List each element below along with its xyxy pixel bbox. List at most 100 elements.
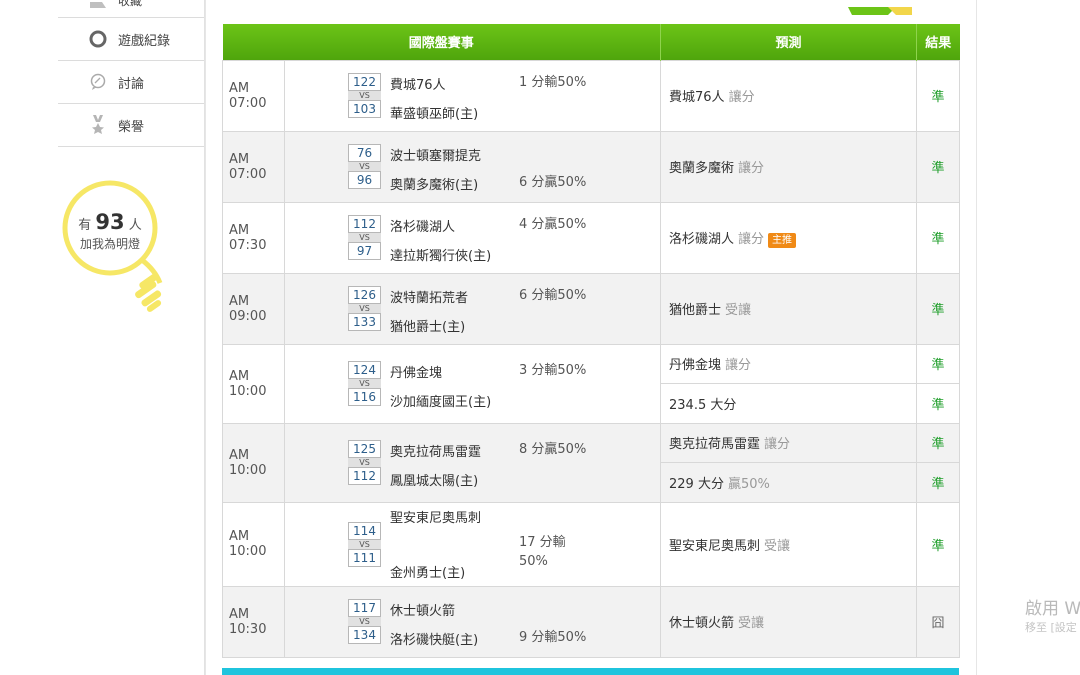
- spread-result: 17 分輸 50%: [519, 534, 566, 569]
- prediction-pick[interactable]: 229 大分: [669, 477, 724, 492]
- table-header-row: 國際盤賽事 預測 結果: [222, 24, 960, 60]
- away-team[interactable]: 奧克拉荷馬雷霆: [390, 441, 481, 460]
- away-team[interactable]: 費城76人: [390, 74, 446, 93]
- scoreboard: 117 VS 134: [348, 598, 381, 644]
- fans-bulb[interactable]: 有 93 人 加我為明燈: [60, 180, 180, 320]
- result-cell: 準: [916, 130, 961, 203]
- table-row: AM 07:00 76 VS 96 波士頓塞爾提克 奧蘭多魔術(主) 6 分贏5…: [222, 130, 961, 203]
- prediction-type: 受讓: [738, 616, 765, 631]
- game-match: 117 VS 134 休士頓火箭 洛杉磯快艇(主) 9 分輸50%: [283, 585, 662, 658]
- game-time: AM 07:00: [222, 130, 285, 203]
- result-cell: 準: [916, 59, 961, 132]
- home-score: 134: [348, 625, 381, 644]
- home-team[interactable]: 奧蘭多魔術(主): [390, 174, 478, 193]
- header-result: 結果: [916, 24, 960, 60]
- home-team[interactable]: 猶他爵士(主): [390, 316, 465, 335]
- away-team[interactable]: 丹佛金塊: [390, 362, 442, 381]
- medal-icon: [88, 115, 108, 135]
- home-team[interactable]: 金州勇士(主): [390, 562, 465, 581]
- games-table: 國際盤賽事 預測 結果 AM 07:00 122 VS 103 費城76人 華盛…: [222, 24, 961, 658]
- circle-icon: [88, 29, 108, 49]
- table-row: AM 09:00 126 VS 133 波特蘭拓荒者 猶他爵士(主) 6 分輸5…: [222, 272, 961, 345]
- prediction-pick[interactable]: 費城76人: [669, 90, 725, 105]
- table-row: AM 10:00 124 VS 116 丹佛金塊 沙加緬度國王(主) 3 分輸5…: [222, 343, 961, 424]
- next-section-bar: [222, 668, 959, 675]
- result-cell: 準: [916, 383, 961, 424]
- vs-label: VS: [348, 457, 381, 467]
- scoreboard: 124 VS 116: [348, 360, 381, 406]
- home-score: 116: [348, 387, 381, 406]
- spread-result: 6 分輸50%: [519, 287, 587, 303]
- game-time: AM 07:30: [222, 201, 285, 274]
- game-time: AM 09:00: [222, 272, 285, 345]
- prediction-pick[interactable]: 聖安東尼奧馬刺: [669, 539, 760, 554]
- prediction-cell: 丹佛金塊 讓分: [660, 343, 918, 384]
- sidebar-item-favorites[interactable]: 收藏: [58, 0, 204, 18]
- result-cell: 準: [916, 343, 961, 384]
- spread-result: 4 分贏50%: [519, 216, 587, 232]
- away-score: 112: [348, 214, 381, 233]
- prediction-pick[interactable]: 丹佛金塊: [669, 358, 721, 373]
- vs-label: VS: [348, 378, 381, 388]
- megaphone-icon: [88, 0, 108, 19]
- prediction-cell: 234.5 大分: [660, 383, 918, 424]
- sidebar-item-label: 榮譽: [118, 119, 145, 135]
- home-team[interactable]: 鳳凰城太陽(主): [390, 470, 478, 489]
- sidebar-item-discussion[interactable]: 討論: [58, 61, 204, 104]
- table-row: AM 10:00 125 VS 112 奧克拉荷馬雷霆 鳳凰城太陽(主) 8 分…: [222, 422, 961, 503]
- home-team[interactable]: 達拉斯獨行俠(主): [390, 245, 491, 264]
- away-team[interactable]: 波特蘭拓荒者: [390, 287, 468, 306]
- away-team[interactable]: 洛杉磯湖人: [390, 216, 455, 235]
- game-match: 114 VS 111 聖安東尼奧馬刺 金州勇士(主) 17 分輸 50%: [283, 501, 662, 587]
- sidebar: 收藏 遊戲紀錄 討論 榮譽 有 93 人 加我為明燈: [58, 0, 205, 675]
- spread-result: 8 分贏50%: [519, 441, 587, 457]
- main-border-right: [976, 0, 977, 675]
- away-team[interactable]: 休士頓火箭: [390, 600, 455, 619]
- scoreboard: 76 VS 96: [348, 143, 381, 189]
- header-prediction: 預測: [660, 24, 918, 60]
- home-team[interactable]: 洛杉磯快艇(主): [390, 629, 478, 648]
- prediction-cell: 奧蘭多魔術 讓分: [660, 130, 918, 203]
- sidebar-item-honor[interactable]: 榮譽: [58, 104, 204, 147]
- scoreboard: 122 VS 103: [348, 72, 381, 118]
- vs-label: VS: [348, 232, 381, 242]
- prediction-pick[interactable]: 234.5 大分: [669, 398, 736, 413]
- spread-result: 1 分輸50%: [519, 74, 587, 90]
- prediction-pick[interactable]: 奧克拉荷馬雷霆: [669, 437, 760, 452]
- scoreboard: 125 VS 112: [348, 439, 381, 485]
- away-score: 125: [348, 439, 381, 458]
- result-cell: 準: [916, 422, 961, 463]
- result-cell: 準: [916, 272, 961, 345]
- scoreboard: 114 VS 111: [348, 521, 381, 567]
- featured-pick-badge: 主推: [768, 232, 797, 248]
- away-team[interactable]: 波士頓塞爾提克: [390, 145, 481, 164]
- prediction-type: 受讓: [764, 538, 791, 554]
- main-border-left: [205, 0, 206, 675]
- prediction-pick[interactable]: 猶他爵士: [669, 303, 721, 318]
- table-row: AM 10:00 114 VS 111 聖安東尼奧馬刺 金州勇士(主) 17 分…: [222, 501, 961, 587]
- game-match: 125 VS 112 奧克拉荷馬雷霆 鳳凰城太陽(主) 8 分贏50%: [283, 422, 662, 503]
- game-time: AM 10:00: [222, 422, 285, 503]
- home-team[interactable]: 華盛頓巫師(主): [390, 103, 478, 122]
- game-time: AM 10:00: [222, 501, 285, 587]
- spread-result: 3 分輸50%: [519, 362, 587, 378]
- sidebar-item-game-record[interactable]: 遊戲紀錄: [58, 18, 204, 61]
- result-cell: 囧: [916, 585, 961, 658]
- prediction-pick[interactable]: 奧蘭多魔術: [669, 161, 734, 176]
- fans-count: 93: [95, 210, 125, 234]
- home-score: 112: [348, 466, 381, 485]
- prediction-cell: 奧克拉荷馬雷霆 讓分: [660, 422, 918, 463]
- home-team[interactable]: 沙加緬度國王(主): [390, 391, 491, 410]
- prediction-type: 贏50%: [727, 476, 770, 492]
- prediction-type: 讓分: [728, 90, 755, 105]
- vs-label: VS: [348, 616, 381, 626]
- away-team[interactable]: 聖安東尼奧馬刺: [390, 507, 481, 526]
- prediction-pick[interactable]: 休士頓火箭: [669, 616, 734, 631]
- prediction-pick[interactable]: 洛杉磯湖人: [669, 232, 734, 247]
- vs-label: VS: [348, 161, 381, 171]
- flag-icon: [848, 0, 912, 15]
- prediction-cell: 229 大分 贏50%: [660, 462, 918, 503]
- away-score: 126: [348, 285, 381, 304]
- fans-caption: 加我為明燈: [79, 237, 140, 251]
- game-time: AM 10:00: [222, 343, 285, 424]
